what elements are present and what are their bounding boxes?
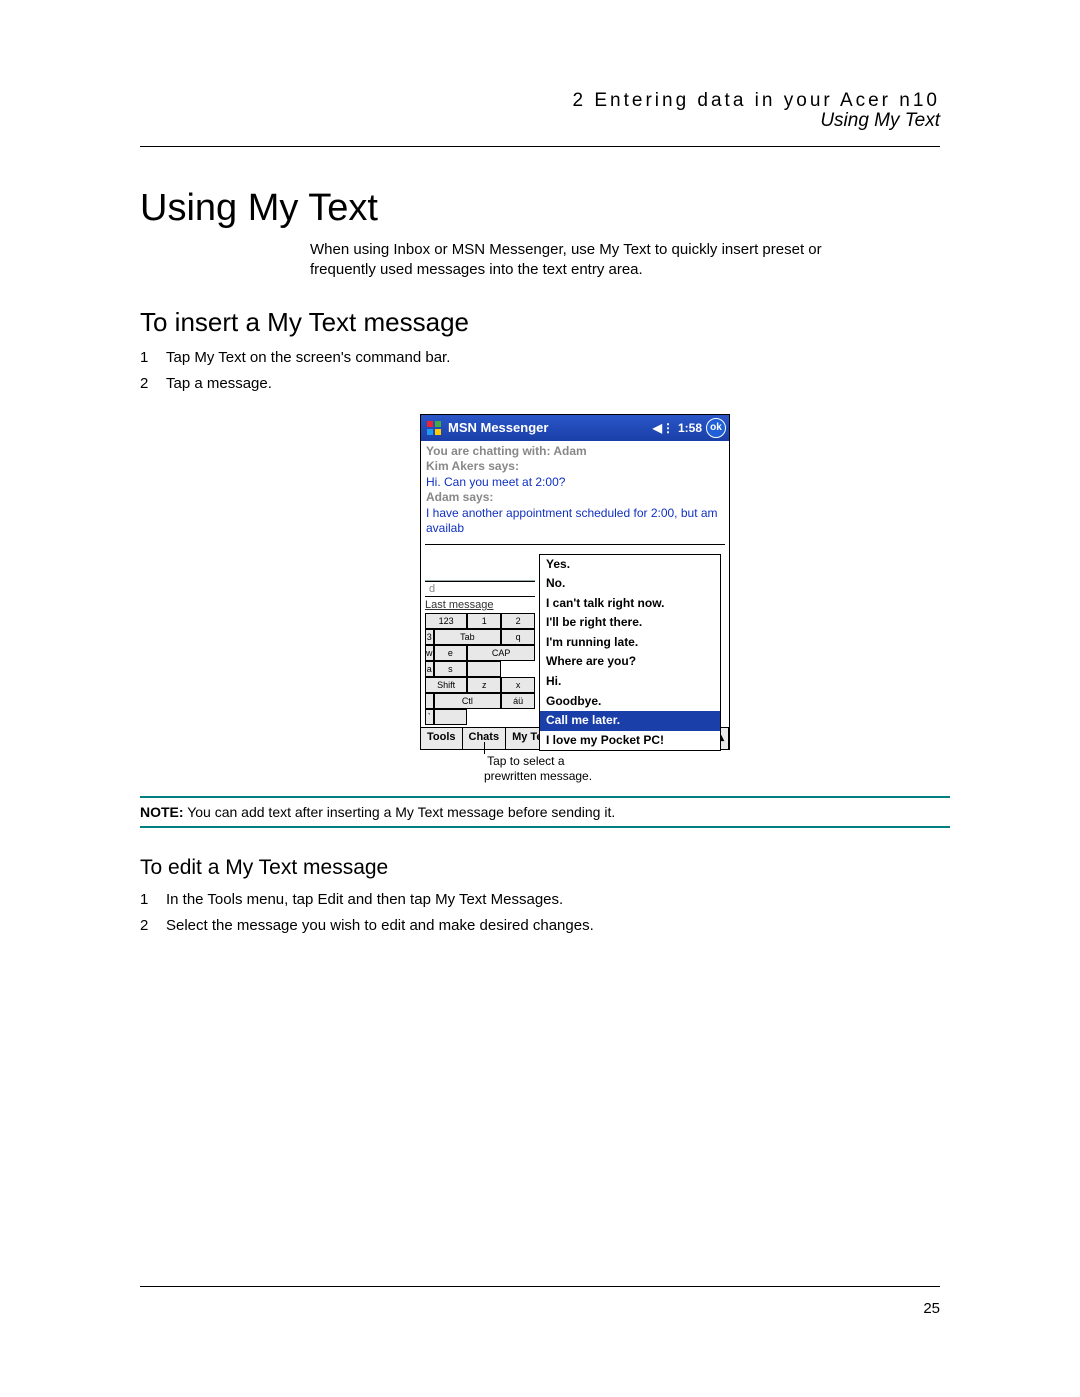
- mytext-item[interactable]: Call me later.: [540, 711, 720, 731]
- kbd-key[interactable]: s: [434, 661, 468, 677]
- kbd-key[interactable]: 3: [425, 629, 434, 645]
- kbd-key[interactable]: w: [425, 645, 434, 661]
- kbd-key[interactable]: a: [425, 661, 434, 677]
- intro-text: When using Inbox or MSN Messenger, use M…: [310, 240, 880, 281]
- titlebar-title: MSN Messenger: [448, 420, 649, 435]
- mytext-item[interactable]: Goodbye.: [540, 692, 720, 712]
- device-screenshot: MSN Messenger ◀⋮ 1:58 ok You are chattin…: [420, 414, 732, 785]
- titlebar: MSN Messenger ◀⋮ 1:58 ok: [421, 415, 729, 441]
- note-block: NOTE: You can add text after inserting a…: [140, 804, 950, 820]
- footer-rule: [140, 1286, 940, 1287]
- cmd-tools[interactable]: Tools: [421, 728, 463, 749]
- kbd-key[interactable]: `: [425, 709, 434, 725]
- ok-button[interactable]: ok: [706, 418, 726, 438]
- screenshot-caption: Tap to select a prewritten message.: [484, 754, 732, 784]
- mytext-item[interactable]: Where are you?: [540, 652, 720, 672]
- step-number: 1: [140, 346, 166, 370]
- note-label: NOTE:: [140, 804, 184, 820]
- mytext-item[interactable]: Hi.: [540, 672, 720, 692]
- main-content: Using My Text When using Inbox or MSN Me…: [0, 147, 1080, 784]
- kbd-key[interactable]: z: [467, 677, 501, 693]
- send-row: d: [425, 581, 535, 597]
- soft-keyboard[interactable]: 123123TabqweCAPasShiftzxCtláü`: [425, 613, 535, 725]
- page-number: 25: [923, 1300, 940, 1317]
- kbd-key[interactable]: [425, 693, 434, 709]
- heading-edit: To edit a My Text message: [140, 856, 880, 880]
- steps-insert: 1Tap My Text on the screen's command bar…: [140, 346, 880, 396]
- divider: [425, 544, 725, 545]
- kbd-key[interactable]: 2: [501, 613, 535, 629]
- step-number: 1: [140, 888, 166, 912]
- heading-1: Using My Text: [140, 187, 880, 230]
- step-text: Tap My Text on the screen's command bar.: [166, 346, 450, 370]
- edit-section: To edit a My Text message 1In the Tools …: [0, 856, 1080, 938]
- kbd-key[interactable]: e: [434, 645, 468, 661]
- mytext-item[interactable]: I'm running late.: [540, 633, 720, 653]
- clock[interactable]: 1:58: [678, 421, 702, 435]
- chat-sender: Kim Akers says:: [426, 459, 724, 475]
- mytext-item[interactable]: No.: [540, 574, 720, 594]
- send-hint-right: d: [429, 583, 435, 595]
- pocket-pc-screen: MSN Messenger ◀⋮ 1:58 ok You are chattin…: [420, 414, 730, 751]
- kbd-key[interactable]: 123: [425, 613, 467, 629]
- kbd-key[interactable]: [434, 709, 468, 725]
- mytext-item[interactable]: I love my Pocket PC!: [540, 731, 720, 751]
- kbd-key[interactable]: áü: [501, 693, 535, 709]
- kbd-key[interactable]: x: [501, 677, 535, 693]
- chat-status: You are chatting with: Adam: [426, 444, 724, 460]
- mytext-item[interactable]: I'll be right there.: [540, 613, 720, 633]
- kbd-key[interactable]: Shift: [425, 677, 467, 693]
- mytext-popup: Yes.No.I can't talk right now.I'll be ri…: [539, 554, 721, 752]
- step-text: In the Tools menu, tap Edit and then tap…: [166, 888, 563, 912]
- kbd-key[interactable]: [467, 661, 501, 677]
- kbd-key[interactable]: 1: [467, 613, 501, 629]
- chat-sender: Adam says:: [426, 490, 724, 506]
- chapter-label: 2 Entering data in your Acer n10: [0, 90, 940, 112]
- heading-insert: To insert a My Text message: [140, 307, 880, 338]
- mytext-item[interactable]: I can't talk right now.: [540, 594, 720, 614]
- note-text: You can add text after inserting a My Te…: [187, 804, 615, 820]
- page-header: 2 Entering data in your Acer n10 Using M…: [0, 0, 1080, 138]
- step-number: 2: [140, 914, 166, 938]
- note-rule-top: [140, 796, 950, 798]
- kbd-key[interactable]: Ctl: [434, 693, 502, 709]
- mytext-item[interactable]: Yes.: [540, 555, 720, 575]
- chat-message: I have another appointment scheduled for…: [426, 506, 724, 537]
- step-text: Tap a message.: [166, 372, 272, 396]
- chat-area: You are chatting with: Adam Kim Akers sa…: [421, 441, 729, 541]
- chat-message: Hi. Can you meet at 2:00?: [426, 475, 724, 491]
- step-number: 2: [140, 372, 166, 396]
- note-rule-bot: [140, 826, 950, 828]
- compose-input[interactable]: [425, 547, 535, 581]
- kbd-key[interactable]: CAP: [467, 645, 535, 661]
- step-text: Select the message you wish to edit and …: [166, 914, 594, 938]
- volume-icon[interactable]: ◀⋮: [653, 421, 674, 435]
- start-flag-icon[interactable]: [424, 418, 444, 438]
- kbd-key[interactable]: q: [501, 629, 535, 645]
- section-label: Using My Text: [0, 110, 940, 132]
- steps-edit: 1In the Tools menu, tap Edit and then ta…: [140, 888, 880, 938]
- kbd-key[interactable]: Tab: [434, 629, 502, 645]
